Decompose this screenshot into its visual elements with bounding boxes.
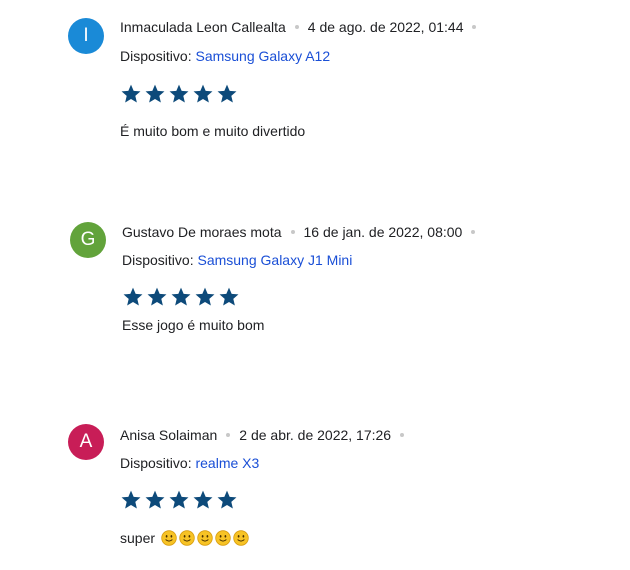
star-rating: [120, 489, 238, 511]
review-date: 2 de abr. de 2022, 17:26: [239, 427, 392, 443]
avatar: A: [68, 424, 104, 460]
device-link[interactable]: realme X3: [195, 455, 259, 471]
star-icon: [121, 490, 141, 509]
separator-dot: [400, 433, 405, 437]
author-name: Anisa Solaiman: [120, 427, 218, 443]
review-card: A Anisa Solaiman 2 de abr. de 2022, 17:2…: [0, 0, 630, 570]
review-header: Anisa Solaiman 2 de abr. de 2022, 17:26: [120, 427, 413, 443]
avatar-letter: A: [79, 431, 93, 452]
slightly-smiling-face-icon: [179, 530, 195, 546]
review-text: super: [120, 530, 249, 546]
separator-dot: [226, 433, 231, 437]
star-icon: [217, 490, 237, 509]
slightly-smiling-face-icon: [161, 530, 177, 546]
slightly-smiling-face-icon: [215, 530, 231, 546]
slightly-smiling-face-icon: [197, 530, 213, 546]
slightly-smiling-face-icon: [233, 530, 249, 546]
star-icon: [193, 490, 213, 509]
star-icon: [169, 490, 189, 509]
device-info: Dispositivo: realme X3: [120, 455, 259, 471]
device-label: Dispositivo:: [120, 455, 192, 471]
review-body: super: [120, 530, 156, 546]
star-icon: [145, 490, 165, 509]
